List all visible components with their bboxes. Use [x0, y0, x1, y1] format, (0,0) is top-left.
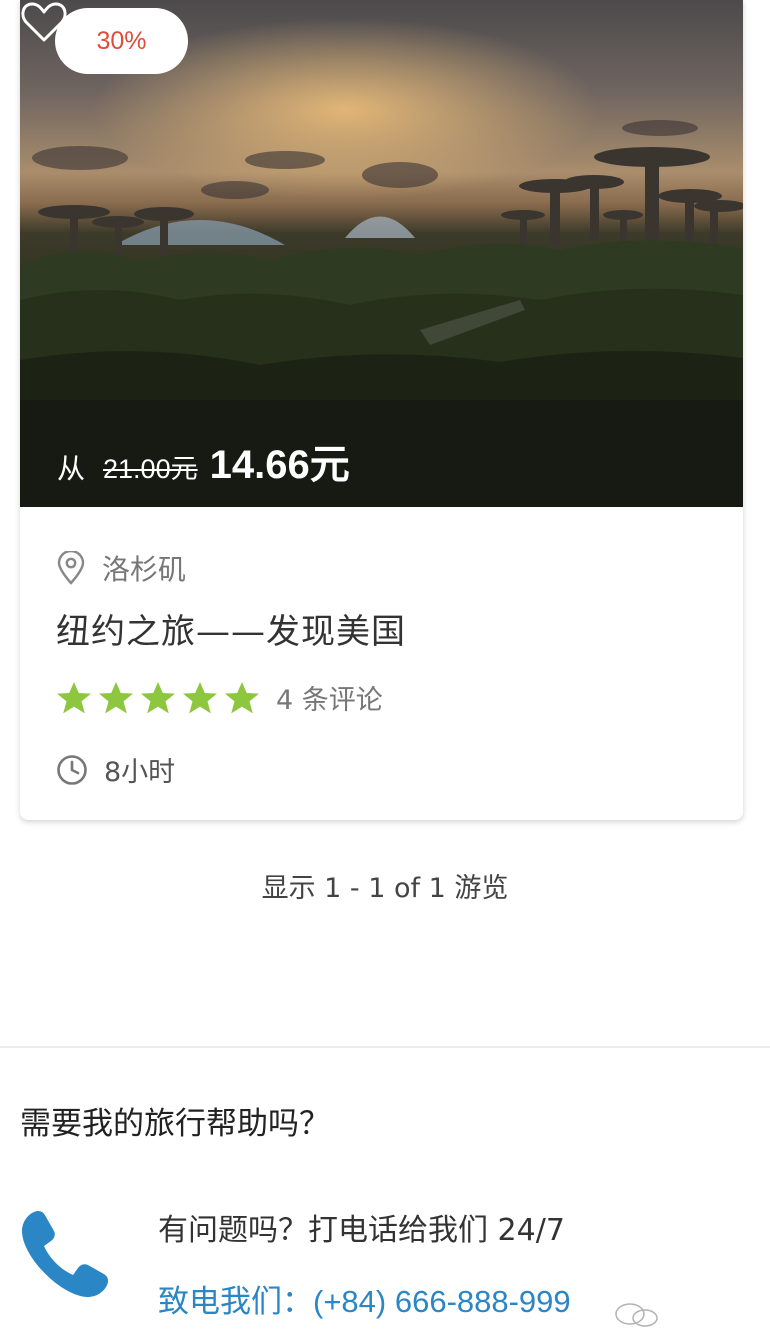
original-price: 21.00元 [103, 454, 198, 484]
help-title: 需要我的旅行帮助吗？ [20, 1106, 330, 1142]
star-icon [225, 681, 259, 713]
map-pin-icon [57, 551, 85, 585]
star-icon [99, 681, 133, 713]
duration-label: 8小时 [104, 757, 176, 788]
rating: 4 条评论 [56, 678, 383, 717]
location: 洛杉矶 [56, 548, 186, 588]
location-label: 洛杉矶 [102, 553, 187, 586]
tour-image[interactable]: 30% 从 21.00元 14.66元 [20, 0, 743, 507]
help-question: 有问题吗？打电话给我们 24/7 [158, 1213, 565, 1248]
price-from-label: 从 [57, 452, 86, 485]
star-icon [57, 681, 91, 713]
discount-badge: 30% [55, 8, 188, 74]
price-row: 从 21.00元 14.66元 [57, 432, 350, 490]
phone-icon[interactable] [16, 1205, 114, 1303]
duration: 8小时 [56, 750, 175, 789]
divider [0, 1046, 770, 1048]
star-icon [141, 681, 175, 713]
sale-price: 14.66元 [209, 443, 350, 487]
phone-number[interactable]: (+84) 666-888-999 [313, 1284, 571, 1319]
heart-icon[interactable] [20, 0, 68, 44]
help-phone[interactable]: 致电我们：(+84) 666-888-999 [158, 1276, 571, 1321]
star-rating [56, 681, 260, 715]
tour-title[interactable]: 纽约之旅——发现美国 [56, 604, 406, 653]
wechat-watermark-icon [615, 1303, 658, 1327]
clock-icon [57, 754, 87, 785]
star-icon [183, 681, 217, 713]
phone-label: 致电我们： [158, 1284, 313, 1320]
tour-card[interactable]: 30% 从 21.00元 14.66元 洛杉矶 纽约之旅——发现美国 4 条评论… [20, 0, 743, 820]
gardens-scene [20, 0, 743, 507]
review-count[interactable]: 4 条评论 [276, 678, 383, 717]
pagination-info: 显示 1 - 1 of 1 游览 [261, 873, 509, 904]
